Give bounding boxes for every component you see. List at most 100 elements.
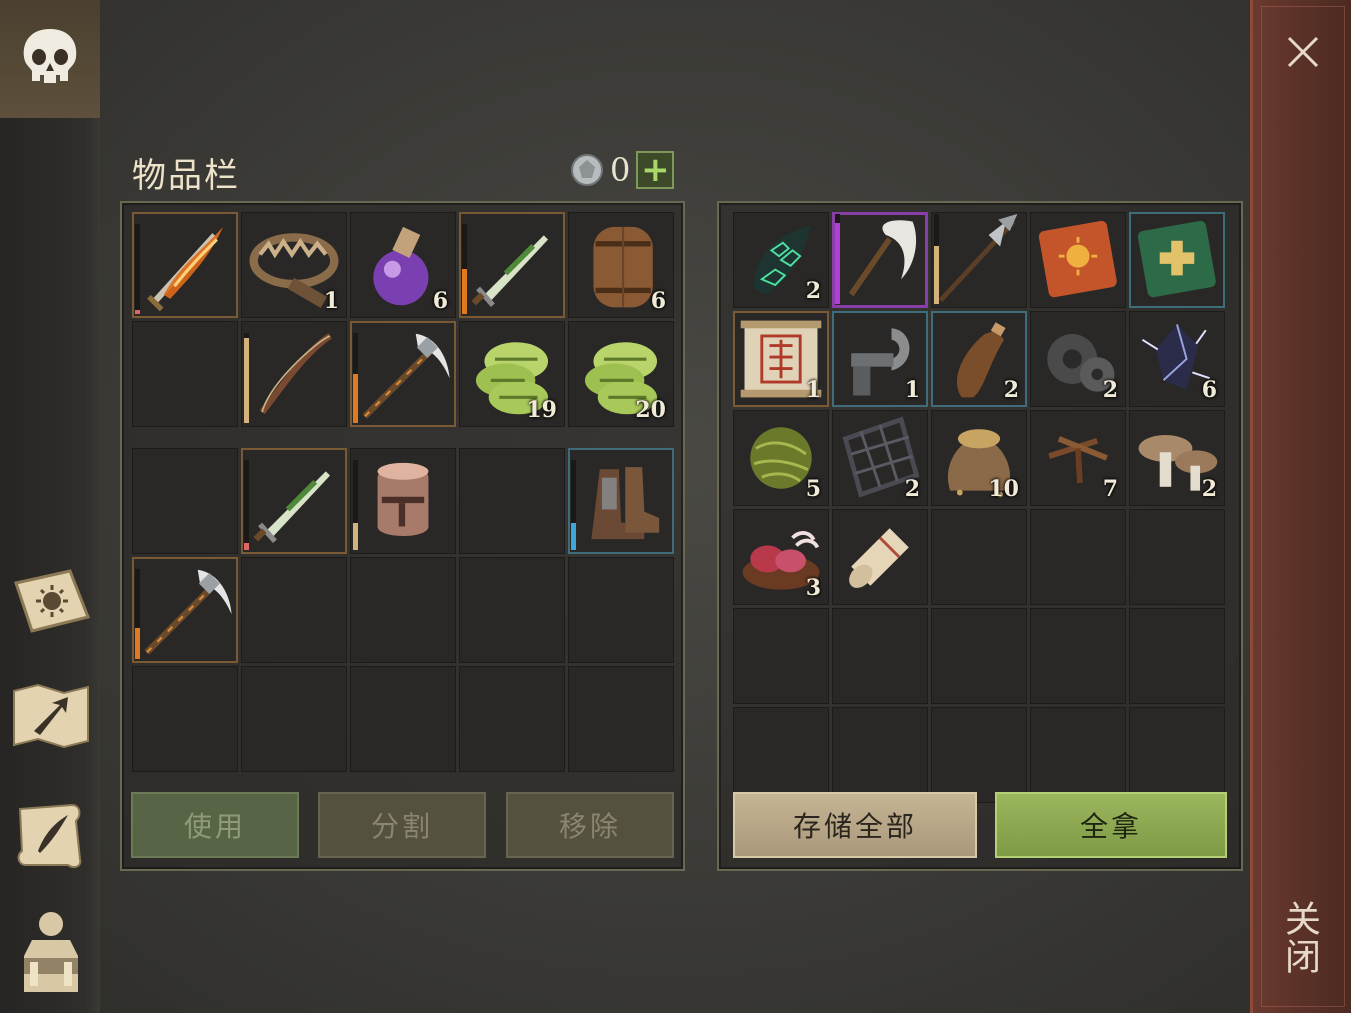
- storage-slot[interactable]: 2: [931, 311, 1027, 407]
- storage-slot[interactable]: 2: [1129, 410, 1225, 506]
- item-count: 7: [1102, 476, 1118, 502]
- close-icon[interactable]: [1283, 32, 1323, 72]
- storage-slot[interactable]: [1129, 509, 1225, 605]
- storage-slot[interactable]: 2: [832, 410, 928, 506]
- durability-bar: [135, 224, 140, 314]
- inventory-slot[interactable]: [132, 557, 238, 663]
- durability-fill: [135, 627, 140, 659]
- inventory-slot[interactable]: [459, 666, 565, 772]
- knight-helmet-icon: [377, 462, 429, 536]
- inventory-slot[interactable]: [132, 321, 238, 427]
- storage-slot[interactable]: [832, 608, 928, 704]
- skull-tab[interactable]: [0, 0, 100, 118]
- storage-slot[interactable]: [1129, 608, 1225, 704]
- storage-slot[interactable]: [931, 707, 1027, 803]
- inventory-slot[interactable]: [241, 557, 347, 663]
- inventory-slot[interactable]: [132, 448, 238, 554]
- close-rail[interactable]: 关闭: [1250, 0, 1351, 1013]
- bow-icon: [259, 333, 332, 415]
- storage-slot[interactable]: [1030, 608, 1126, 704]
- storage-slot[interactable]: [832, 509, 928, 605]
- inventory-slot[interactable]: [568, 448, 674, 554]
- scroll-quill-icon[interactable]: [10, 794, 92, 876]
- storage-slot[interactable]: 1: [832, 311, 928, 407]
- inventory-slot[interactable]: 20: [568, 321, 674, 427]
- storage-slot[interactable]: 2: [733, 212, 829, 308]
- item-count: 2: [805, 278, 821, 304]
- item-count: 1: [904, 377, 920, 403]
- inventory-title: 物品栏: [132, 156, 240, 196]
- inventory-slot[interactable]: [132, 666, 238, 772]
- take-all-button[interactable]: 全拿: [995, 792, 1227, 858]
- item-count: 6: [650, 288, 666, 314]
- storage-slot[interactable]: [1030, 707, 1126, 803]
- inventory-slot[interactable]: [568, 666, 674, 772]
- durability-fill: [571, 523, 576, 550]
- item-count: 1: [805, 377, 821, 403]
- inventory-slot[interactable]: [459, 212, 565, 318]
- durability-fill: [934, 245, 939, 304]
- green-dagger-icon: [471, 235, 549, 308]
- backpack-character-icon[interactable]: [10, 910, 92, 992]
- use-button[interactable]: 使用: [131, 792, 299, 858]
- storage-slot[interactable]: [931, 608, 1027, 704]
- inventory-slot[interactable]: 19: [459, 321, 565, 427]
- storage-slot[interactable]: [1030, 509, 1126, 605]
- storage-slot[interactable]: 10: [931, 410, 1027, 506]
- inventory-slot[interactable]: [350, 321, 456, 427]
- item-count: 2: [904, 476, 920, 502]
- storage-slot[interactable]: [931, 509, 1027, 605]
- inventory-slot[interactable]: [568, 557, 674, 663]
- storage-slot[interactable]: [733, 707, 829, 803]
- storage-slot[interactable]: [1129, 212, 1225, 308]
- storage-slot[interactable]: 3: [733, 509, 829, 605]
- storage-slot[interactable]: [832, 707, 928, 803]
- storage-slot[interactable]: [1129, 707, 1225, 803]
- inventory-slot[interactable]: [241, 321, 347, 427]
- durability-bar: [934, 214, 939, 304]
- storage-slot[interactable]: 7: [1030, 410, 1126, 506]
- inventory-slot[interactable]: [132, 212, 238, 318]
- close-label[interactable]: 关闭: [1279, 900, 1325, 976]
- green-dagger-icon: [253, 471, 331, 544]
- inventory-slot[interactable]: 1: [241, 212, 347, 318]
- item-count: 6: [432, 288, 448, 314]
- inventory-grid-bottom: [132, 448, 674, 772]
- storage-slot[interactable]: 6: [1129, 311, 1225, 407]
- inventory-slot[interactable]: [241, 448, 347, 554]
- storage-slot[interactable]: 1: [733, 311, 829, 407]
- item-count: 2: [1201, 476, 1217, 502]
- skull-icon: [23, 29, 77, 83]
- inventory-slot[interactable]: [350, 557, 456, 663]
- pickaxe-icon: [362, 333, 450, 419]
- inventory-slot[interactable]: [350, 666, 456, 772]
- storage-slot[interactable]: [931, 212, 1027, 308]
- storage-slot[interactable]: [832, 212, 928, 308]
- storage-slot[interactable]: 2: [1030, 311, 1126, 407]
- map-arrow-icon[interactable]: [10, 676, 92, 758]
- durability-fill: [462, 269, 467, 314]
- add-coins-button[interactable]: +: [636, 151, 675, 189]
- durability-fill: [244, 542, 249, 550]
- inventory-slot[interactable]: 6: [350, 212, 456, 318]
- split-button[interactable]: 分割: [318, 792, 486, 858]
- coin-area: 0 +: [570, 150, 675, 190]
- storage-slot[interactable]: [733, 608, 829, 704]
- boots-icon: [591, 467, 660, 540]
- inventory-slot[interactable]: [459, 448, 565, 554]
- item-count: 6: [1201, 377, 1217, 403]
- store-all-button[interactable]: 存储全部: [733, 792, 977, 858]
- sun-book-icon[interactable]: [10, 560, 92, 642]
- storage-slot[interactable]: 5: [733, 410, 829, 506]
- inventory-slot[interactable]: [459, 557, 565, 663]
- remove-button[interactable]: 移除: [506, 792, 674, 858]
- inventory-slot[interactable]: [241, 666, 347, 772]
- coin-count: 0: [610, 151, 631, 189]
- inventory-slot[interactable]: 6: [568, 212, 674, 318]
- durability-fill: [353, 373, 358, 423]
- durability-bar: [835, 214, 840, 304]
- inventory-slot[interactable]: [350, 448, 456, 554]
- durability-bar: [462, 224, 467, 314]
- green-cross-tome-icon: [1137, 220, 1216, 298]
- storage-slot[interactable]: [1030, 212, 1126, 308]
